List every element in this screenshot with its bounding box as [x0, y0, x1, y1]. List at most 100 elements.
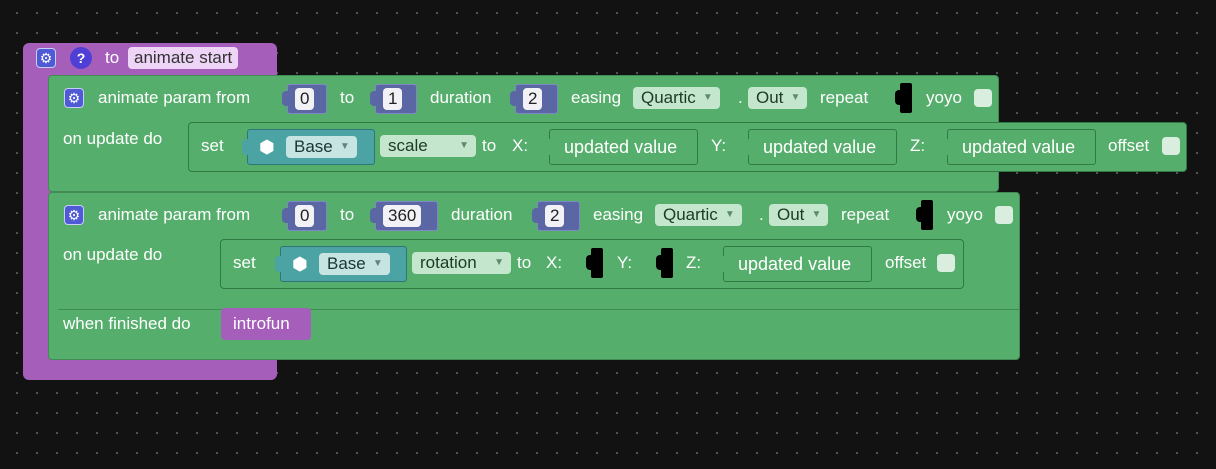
block-tab	[282, 208, 290, 223]
object-value: Base	[294, 137, 333, 156]
y-label: Y:	[711, 136, 727, 155]
duration-label: duration	[451, 205, 513, 224]
when-finished-label: when finished do	[63, 314, 191, 333]
dropdown-arrow-icon: ▼	[811, 209, 822, 220]
introfun-call-block[interactable]: introfun	[221, 308, 311, 340]
easing-value: Quartic	[641, 88, 696, 107]
z-value-block[interactable]: updated value	[942, 129, 1096, 165]
easing-value: Quartic	[663, 205, 718, 224]
from-number-block[interactable]: 0	[282, 201, 327, 231]
animate-label: animate param from	[98, 88, 251, 107]
y-empty-input[interactable]	[656, 248, 673, 278]
dropdown-arrow-icon: ▼	[339, 141, 350, 152]
z-label: Z:	[910, 136, 926, 155]
offset-label: offset	[1108, 136, 1150, 155]
repeat-label: repeat	[841, 205, 890, 224]
yoyo-label: yoyo	[926, 88, 962, 107]
from-number-block[interactable]: 0	[282, 84, 327, 114]
object-block[interactable]: ⬢ Base ▼	[275, 246, 407, 282]
set-label: set	[201, 136, 224, 155]
from-value[interactable]: 0	[295, 205, 315, 227]
x-label: X:	[512, 136, 529, 155]
block-tab	[718, 256, 726, 272]
dropdown-arrow-icon: ▼	[702, 92, 713, 103]
duration-label: duration	[430, 88, 492, 107]
block-tab	[586, 255, 593, 270]
block-tab	[532, 208, 540, 223]
property-dropdown[interactable]: scale ▼	[380, 135, 476, 157]
easing-dropdown[interactable]: Quartic ▼	[655, 204, 742, 226]
x-value: updated value	[564, 137, 678, 157]
object-value: Base	[327, 254, 366, 273]
duration-number-block[interactable]: 2	[532, 201, 580, 231]
object-dropdown[interactable]: Base ▼	[319, 253, 390, 275]
block-tab	[895, 90, 902, 105]
block-tab	[370, 91, 378, 106]
animate-label: animate param from	[98, 205, 251, 224]
to-number-block[interactable]: 1	[370, 84, 417, 114]
repeat-label: repeat	[820, 88, 869, 107]
from-value[interactable]: 0	[295, 88, 315, 110]
procedure-name-field[interactable]: animate start	[128, 47, 239, 69]
y-label: Y:	[617, 253, 633, 272]
gear-icon[interactable]: ⚙	[64, 205, 84, 225]
dropdown-arrow-icon: ▼	[790, 92, 801, 103]
block-tab	[942, 139, 950, 155]
help-icon[interactable]: ?	[70, 47, 92, 69]
offset-checkbox[interactable]	[1162, 137, 1180, 155]
easing-mode-value: Out	[777, 205, 805, 224]
duration-value[interactable]: 2	[523, 88, 543, 110]
z-value: updated value	[962, 137, 1076, 157]
easing-mode-dropdown[interactable]: Out ▼	[748, 87, 808, 109]
property-dropdown[interactable]: rotation ▼	[412, 252, 511, 274]
to-label: to	[340, 205, 355, 224]
block-tab	[743, 139, 751, 155]
set-to-label: to	[482, 136, 497, 155]
on-update-label: on update do	[63, 129, 163, 148]
to-value[interactable]: 1	[383, 88, 403, 110]
easing-dropdown[interactable]: Quartic ▼	[633, 87, 720, 109]
to-number-block[interactable]: 360	[370, 201, 438, 231]
y-value-block[interactable]: updated value	[743, 129, 897, 165]
offset-checkbox[interactable]	[937, 254, 955, 272]
cube-icon: ⬢	[259, 137, 275, 157]
gear-icon[interactable]: ⚙	[36, 48, 56, 68]
to-label: to	[340, 88, 355, 107]
easing-mode-dropdown[interactable]: Out ▼	[769, 204, 829, 226]
dropdown-arrow-icon: ▼	[372, 258, 383, 269]
object-dropdown[interactable]: Base ▼	[286, 136, 357, 158]
z-value: updated value	[738, 254, 852, 274]
repeat-empty-input[interactable]	[895, 83, 912, 113]
cube-icon: ⬢	[292, 254, 308, 274]
duration-number-block[interactable]: 2	[510, 84, 558, 114]
z-label: Z:	[686, 253, 702, 272]
repeat-empty-input[interactable]	[916, 200, 933, 230]
gear-icon[interactable]: ⚙	[64, 88, 84, 108]
block-tab	[510, 91, 518, 106]
procedure-to-label: to	[105, 48, 120, 67]
yoyo-checkbox[interactable]	[974, 89, 992, 107]
x-value-block[interactable]: updated value	[544, 129, 698, 165]
block-tab	[656, 255, 663, 270]
dropdown-arrow-icon: ▼	[724, 209, 735, 220]
set-label: set	[233, 253, 256, 272]
property-value: rotation	[420, 253, 477, 272]
x-empty-input[interactable]	[586, 248, 603, 278]
dropdown-arrow-icon: ▼	[459, 140, 469, 151]
dot-label: .	[738, 88, 743, 107]
property-value: scale	[388, 136, 428, 155]
easing-label: easing	[593, 205, 644, 224]
block-tab	[242, 139, 250, 155]
dot-label: .	[759, 205, 764, 224]
set-to-label: to	[517, 253, 532, 272]
animate-block-2-divider	[58, 309, 1020, 310]
object-block[interactable]: ⬢ Base ▼	[242, 129, 375, 165]
block-tab	[275, 256, 283, 272]
y-value: updated value	[763, 137, 877, 157]
offset-label: offset	[885, 253, 927, 272]
duration-value[interactable]: 2	[545, 205, 565, 227]
z-value-block[interactable]: updated value	[718, 246, 872, 282]
block-tab	[370, 208, 378, 223]
to-value[interactable]: 360	[383, 205, 422, 227]
yoyo-checkbox[interactable]	[995, 206, 1013, 224]
